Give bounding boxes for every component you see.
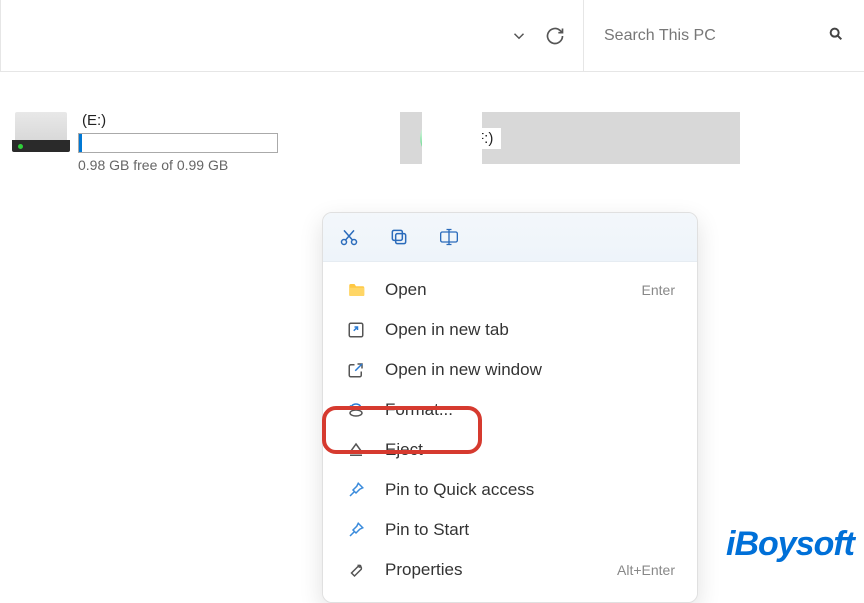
menu-properties[interactable]: Properties Alt+Enter <box>323 550 697 590</box>
context-menu: Open Enter Open in new tab Open in new w… <box>322 212 698 603</box>
drive-f[interactable]: (F:) <box>400 112 740 164</box>
menu-shortcut: Enter <box>642 282 675 298</box>
hdd-icon <box>12 112 70 152</box>
menu-label: Properties <box>385 560 617 580</box>
rename-icon[interactable] <box>437 225 461 249</box>
drive-e-usage-bar <box>78 133 278 153</box>
menu-pin-start[interactable]: Pin to Start <box>323 510 697 550</box>
menu-open-new-tab[interactable]: Open in new tab <box>323 310 697 350</box>
eject-icon <box>345 441 367 459</box>
format-icon <box>345 401 367 419</box>
drive-e-free-text: 0.98 GB free of 0.99 GB <box>78 157 372 173</box>
menu-label: Pin to Quick access <box>385 480 675 500</box>
drives-area: (E:) 0.98 GB free of 0.99 GB (F:) <box>0 72 864 173</box>
menu-label: Pin to Start <box>385 520 675 540</box>
chevron-down-icon[interactable] <box>501 18 537 54</box>
menu-eject[interactable]: Eject <box>323 430 697 470</box>
menu-open[interactable]: Open Enter <box>323 270 697 310</box>
watermark: iBoysoft <box>726 525 854 564</box>
address-bar[interactable] <box>1 0 584 71</box>
search-icon <box>828 26 844 45</box>
menu-label: Format... <box>385 400 675 420</box>
context-toolbar <box>323 213 697 262</box>
cut-icon[interactable] <box>337 225 361 249</box>
menu-open-new-window[interactable]: Open in new window <box>323 350 697 390</box>
pin-icon <box>345 521 367 539</box>
new-tab-icon <box>345 321 367 339</box>
top-bar: Search This PC <box>0 0 864 72</box>
menu-label: Open in new tab <box>385 320 675 340</box>
refresh-icon[interactable] <box>537 18 573 54</box>
menu-shortcut: Alt+Enter <box>617 562 675 578</box>
folder-icon <box>345 281 367 299</box>
wrench-icon <box>345 561 367 579</box>
drive-e-label: (E:) <box>78 112 372 129</box>
pin-icon <box>345 481 367 499</box>
drive-e[interactable]: (E:) 0.98 GB free of 0.99 GB <box>12 112 372 173</box>
new-window-icon <box>345 361 367 379</box>
copy-icon[interactable] <box>387 225 411 249</box>
search-box[interactable]: Search This PC <box>584 0 864 71</box>
menu-format[interactable]: Format... <box>323 390 697 430</box>
menu-label: Eject <box>385 440 675 460</box>
menu-label: Open in new window <box>385 360 675 380</box>
menu-pin-quick-access[interactable]: Pin to Quick access <box>323 470 697 510</box>
search-placeholder: Search This PC <box>604 27 716 45</box>
menu-label: Open <box>385 280 642 300</box>
